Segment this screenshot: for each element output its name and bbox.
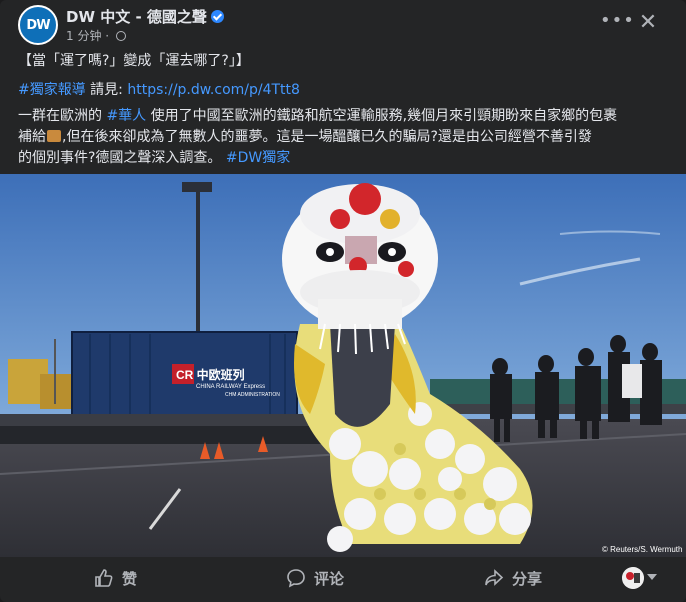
container-small: CHM ADMINISTRATION xyxy=(225,392,280,398)
like-button[interactable]: 赞 xyxy=(94,560,137,596)
post-card: DW DW 中文 - 德國之聲 1 分钟 · ••• ✕ 【當「運了嗎?」變成「… xyxy=(0,0,686,602)
close-icon[interactable]: ✕ xyxy=(635,10,661,36)
profile-icon xyxy=(622,567,644,589)
see-label: 請見: xyxy=(85,82,128,98)
body-text-e: 的個別事件?德國之聲深入調查。 xyxy=(18,150,226,166)
like-label: 赞 xyxy=(122,569,138,588)
comment-label: 评论 xyxy=(314,569,345,588)
package-emoji-icon xyxy=(47,130,61,142)
photo-credit: © Reuters/S. Wermuth xyxy=(602,545,682,554)
hashtag-link-chinese[interactable]: #華人 xyxy=(106,108,146,124)
post-text-line2: #獨家報導 請見: https://p.dw.com/p/4Ttt8 xyxy=(18,80,668,101)
post-text-line1: 【當「運了嗎?」變成「運去哪了?」】 xyxy=(18,53,250,69)
post-timestamp[interactable]: 1 分钟 · xyxy=(66,29,113,43)
action-bar: 赞 评论 分享 xyxy=(0,560,686,596)
share-label: 分享 xyxy=(512,569,543,588)
post-meta: 1 分钟 · xyxy=(66,27,126,44)
post-photo[interactable]: CR 中欧班列 CHINA RAILWAY Express CHM ADMINI… xyxy=(0,174,686,557)
avatar-logo-text: DW xyxy=(26,17,50,33)
post-body: 一群在歐洲的 #華人 使用了中國至歐洲的鐵路和航空運輸服務,幾個月來引頸期盼來自… xyxy=(18,106,668,169)
body-text-c: 補給 xyxy=(18,129,46,145)
page-name-link[interactable]: DW 中文 - 德國之聲 xyxy=(66,8,207,26)
comment-button[interactable]: 评论 xyxy=(286,560,344,596)
share-icon xyxy=(485,569,504,586)
hashtag-link-dw-exclusive[interactable]: #DW獨家 xyxy=(226,150,290,166)
more-options-icon[interactable]: ••• xyxy=(600,12,634,32)
verified-badge-icon xyxy=(210,10,224,23)
reaction-avatar[interactable] xyxy=(622,567,644,589)
hashtag-link-exclusive[interactable]: #獨家報導 xyxy=(18,82,86,98)
container-logo: CR 中欧班列 xyxy=(176,367,245,382)
article-url-link[interactable]: https://p.dw.com/p/4Ttt8 xyxy=(127,82,300,98)
lion-dance-photo: CR 中欧班列 CHINA RAILWAY Express CHM ADMINI… xyxy=(0,174,686,557)
chevron-down-icon[interactable] xyxy=(647,574,657,580)
body-text-b: 使用了中國至歐洲的鐵路和航空運輸服務,幾個月來引頸期盼來自家鄉的包裹 xyxy=(146,108,618,124)
comment-icon xyxy=(287,569,305,588)
share-button[interactable]: 分享 xyxy=(484,560,542,596)
page-name-row: DW 中文 - 德國之聲 xyxy=(66,6,224,27)
globe-icon xyxy=(115,31,126,41)
page-avatar[interactable]: DW xyxy=(18,5,58,45)
thumbs-up-icon xyxy=(95,569,113,587)
body-text-d: ,但在後來卻成為了無數人的噩夢。這是一場醞釀已久的騙局?還是由公司經營不善引發 xyxy=(62,129,592,145)
container-sub: CHINA RAILWAY Express xyxy=(196,384,265,390)
body-text-a: 一群在歐洲的 xyxy=(18,108,107,124)
